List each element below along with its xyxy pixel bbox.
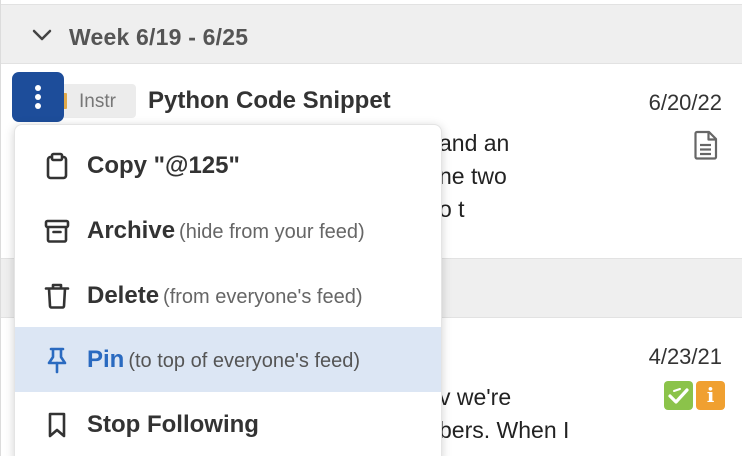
- instructor-badge-label: Instr: [79, 91, 116, 112]
- post-date: 4/23/21: [648, 344, 722, 369]
- post-actions-button[interactable]: [12, 72, 64, 122]
- menu-item-label: Archive (hide from your feed): [87, 217, 365, 244]
- menu-item-label: Stop Following: [87, 411, 259, 438]
- check-tag-icon: [668, 388, 689, 404]
- chevron-down-icon[interactable]: [32, 25, 52, 45]
- kebab-dot: [35, 103, 41, 109]
- week-title: Week 6/19 - 6/25: [69, 24, 249, 50]
- menu-item-archive[interactable]: Archive (hide from your feed): [15, 198, 441, 263]
- post-title[interactable]: Python Code Snippet: [148, 87, 391, 115]
- info-icon: i: [706, 383, 715, 407]
- post-snippet-line: v we're: [439, 384, 512, 410]
- pin-icon: [47, 347, 67, 374]
- post-snippet-line: bers. When I: [439, 417, 570, 443]
- menu-item-hint: (hide from your feed): [179, 221, 365, 243]
- post-snippet-line: and an: [439, 130, 510, 156]
- week-group-header[interactable]: Week 6/19 - 6/25: [1, 4, 742, 64]
- menu-item-hint: (to top of everyone's feed): [128, 350, 361, 372]
- post-actions-menu: Copy "@125" Archive (hide from your feed)…: [14, 124, 442, 456]
- menu-item-pin[interactable]: Pin (to top of everyone's feed): [15, 327, 441, 392]
- menu-item-stop-following[interactable]: Stop Following: [15, 392, 441, 456]
- trash-icon: [44, 283, 70, 309]
- unresolved-badge: i: [696, 381, 725, 410]
- instructor-badge: Instr: [57, 84, 136, 118]
- endorsed-badge: [664, 381, 693, 410]
- menu-item-label: Delete (from everyone's feed): [87, 282, 363, 309]
- kebab-dot: [35, 94, 41, 100]
- post-snippet-line: o t: [439, 196, 465, 222]
- post-snippet-line: ne two: [439, 163, 507, 189]
- kebab-dot: [35, 85, 41, 91]
- menu-item-hint: (from everyone's feed): [163, 286, 363, 308]
- menu-item-delete[interactable]: Delete (from everyone's feed): [15, 263, 441, 328]
- menu-item-label: Copy "@125": [87, 152, 240, 179]
- post-date: 6/20/22: [648, 90, 722, 115]
- document-icon: [694, 130, 718, 160]
- bookmark-icon: [48, 412, 66, 438]
- archive-icon: [44, 219, 70, 243]
- clipboard-icon: [46, 152, 68, 180]
- menu-item-copy[interactable]: Copy "@125": [15, 133, 441, 198]
- menu-item-label: Pin (to top of everyone's feed): [87, 346, 361, 373]
